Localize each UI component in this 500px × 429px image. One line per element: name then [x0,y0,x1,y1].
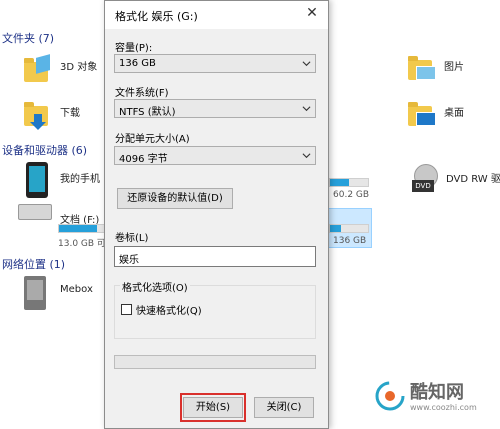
close-icon[interactable]: ✕ [304,5,320,21]
folder-label-desktop[interactable]: 桌面 [444,104,464,119]
format-dialog: 格式化 娱乐 (G:) ✕ 容量(P): 136 GB 文件系统(F) NTFS… [104,0,329,429]
section-header-folders[interactable]: 文件夹 (7) [2,30,54,46]
drive-size-mid-2: 136 GB [333,236,367,246]
format-options-label: 格式化选项(O) [120,279,190,294]
quick-format-checkbox[interactable] [121,304,132,315]
capacity-value: 136 GB [119,58,156,69]
restore-defaults-button[interactable]: 还原设备的默认值(D) [117,188,233,209]
3d-objects-icon[interactable] [22,52,54,84]
network-label-mebox[interactable]: Mebox [60,284,93,295]
device-label-dvd[interactable]: DVD RW 驱动 [446,170,500,185]
section-header-devices[interactable]: 设备和驱动器 (6) [2,142,87,158]
capacity-label: 容量(P): [115,43,153,54]
dialog-title: 格式化 娱乐 (G:) [115,10,198,23]
chevron-down-icon [302,61,311,67]
downloads-icon[interactable] [22,98,54,130]
volume-label-input[interactable]: 娱乐 [114,246,316,267]
quick-format-label[interactable]: 快速格式化(Q) [136,302,202,317]
folder-label-3d-objects[interactable]: 3D 对象 [60,58,97,73]
drive-size-mid-1: 60.2 GB [333,190,370,200]
folder-label-pictures[interactable]: 图片 [444,58,464,73]
filesystem-select[interactable]: NTFS (默认) [114,99,316,118]
filesystem-label: 文件系统(F) [115,88,169,99]
filesystem-value: NTFS (默认) [119,107,176,118]
section-header-network[interactable]: 网络位置 (1) [2,256,65,272]
allocation-select[interactable]: 4096 字节 [114,146,316,165]
allocation-label: 分配单元大小(A) [115,134,190,145]
phone-icon[interactable] [26,162,48,198]
desktop-icon[interactable] [406,98,438,130]
drive-usage-bar-f [58,224,108,233]
chevron-down-icon [302,153,311,159]
drive-icon[interactable] [18,204,52,220]
watermark-url: www.coozhi.com [410,403,477,412]
capacity-select[interactable]: 136 GB [114,54,316,73]
chevron-down-icon [302,106,311,112]
format-options-group: 格式化选项(O) 快速格式化(Q) [114,279,316,339]
watermark-c-icon [375,381,405,411]
format-progress-bar [114,355,316,369]
watermark-name: 酷知网 [410,382,464,403]
allocation-value: 4096 字节 [119,154,168,165]
start-button-highlight [180,393,246,422]
volume-label-label: 卷标(L) [115,233,149,244]
volume-label-value: 娱乐 [119,255,139,266]
device-label-phone[interactable]: 我的手机 [60,170,100,185]
watermark-logo: 酷知网 www.coozhi.com [372,376,496,420]
drive-usage-bar-mid-1 [329,178,369,187]
dialog-titlebar[interactable]: 格式化 娱乐 (G:) ✕ [105,1,328,29]
folder-label-downloads[interactable]: 下载 [60,104,80,119]
drive-usage-bar-mid-2 [329,224,369,233]
dvd-drive-icon[interactable]: DVD [412,164,442,194]
network-device-icon[interactable] [24,276,46,310]
pictures-icon[interactable] [406,52,438,84]
close-button[interactable]: 关闭(C) [254,397,314,418]
